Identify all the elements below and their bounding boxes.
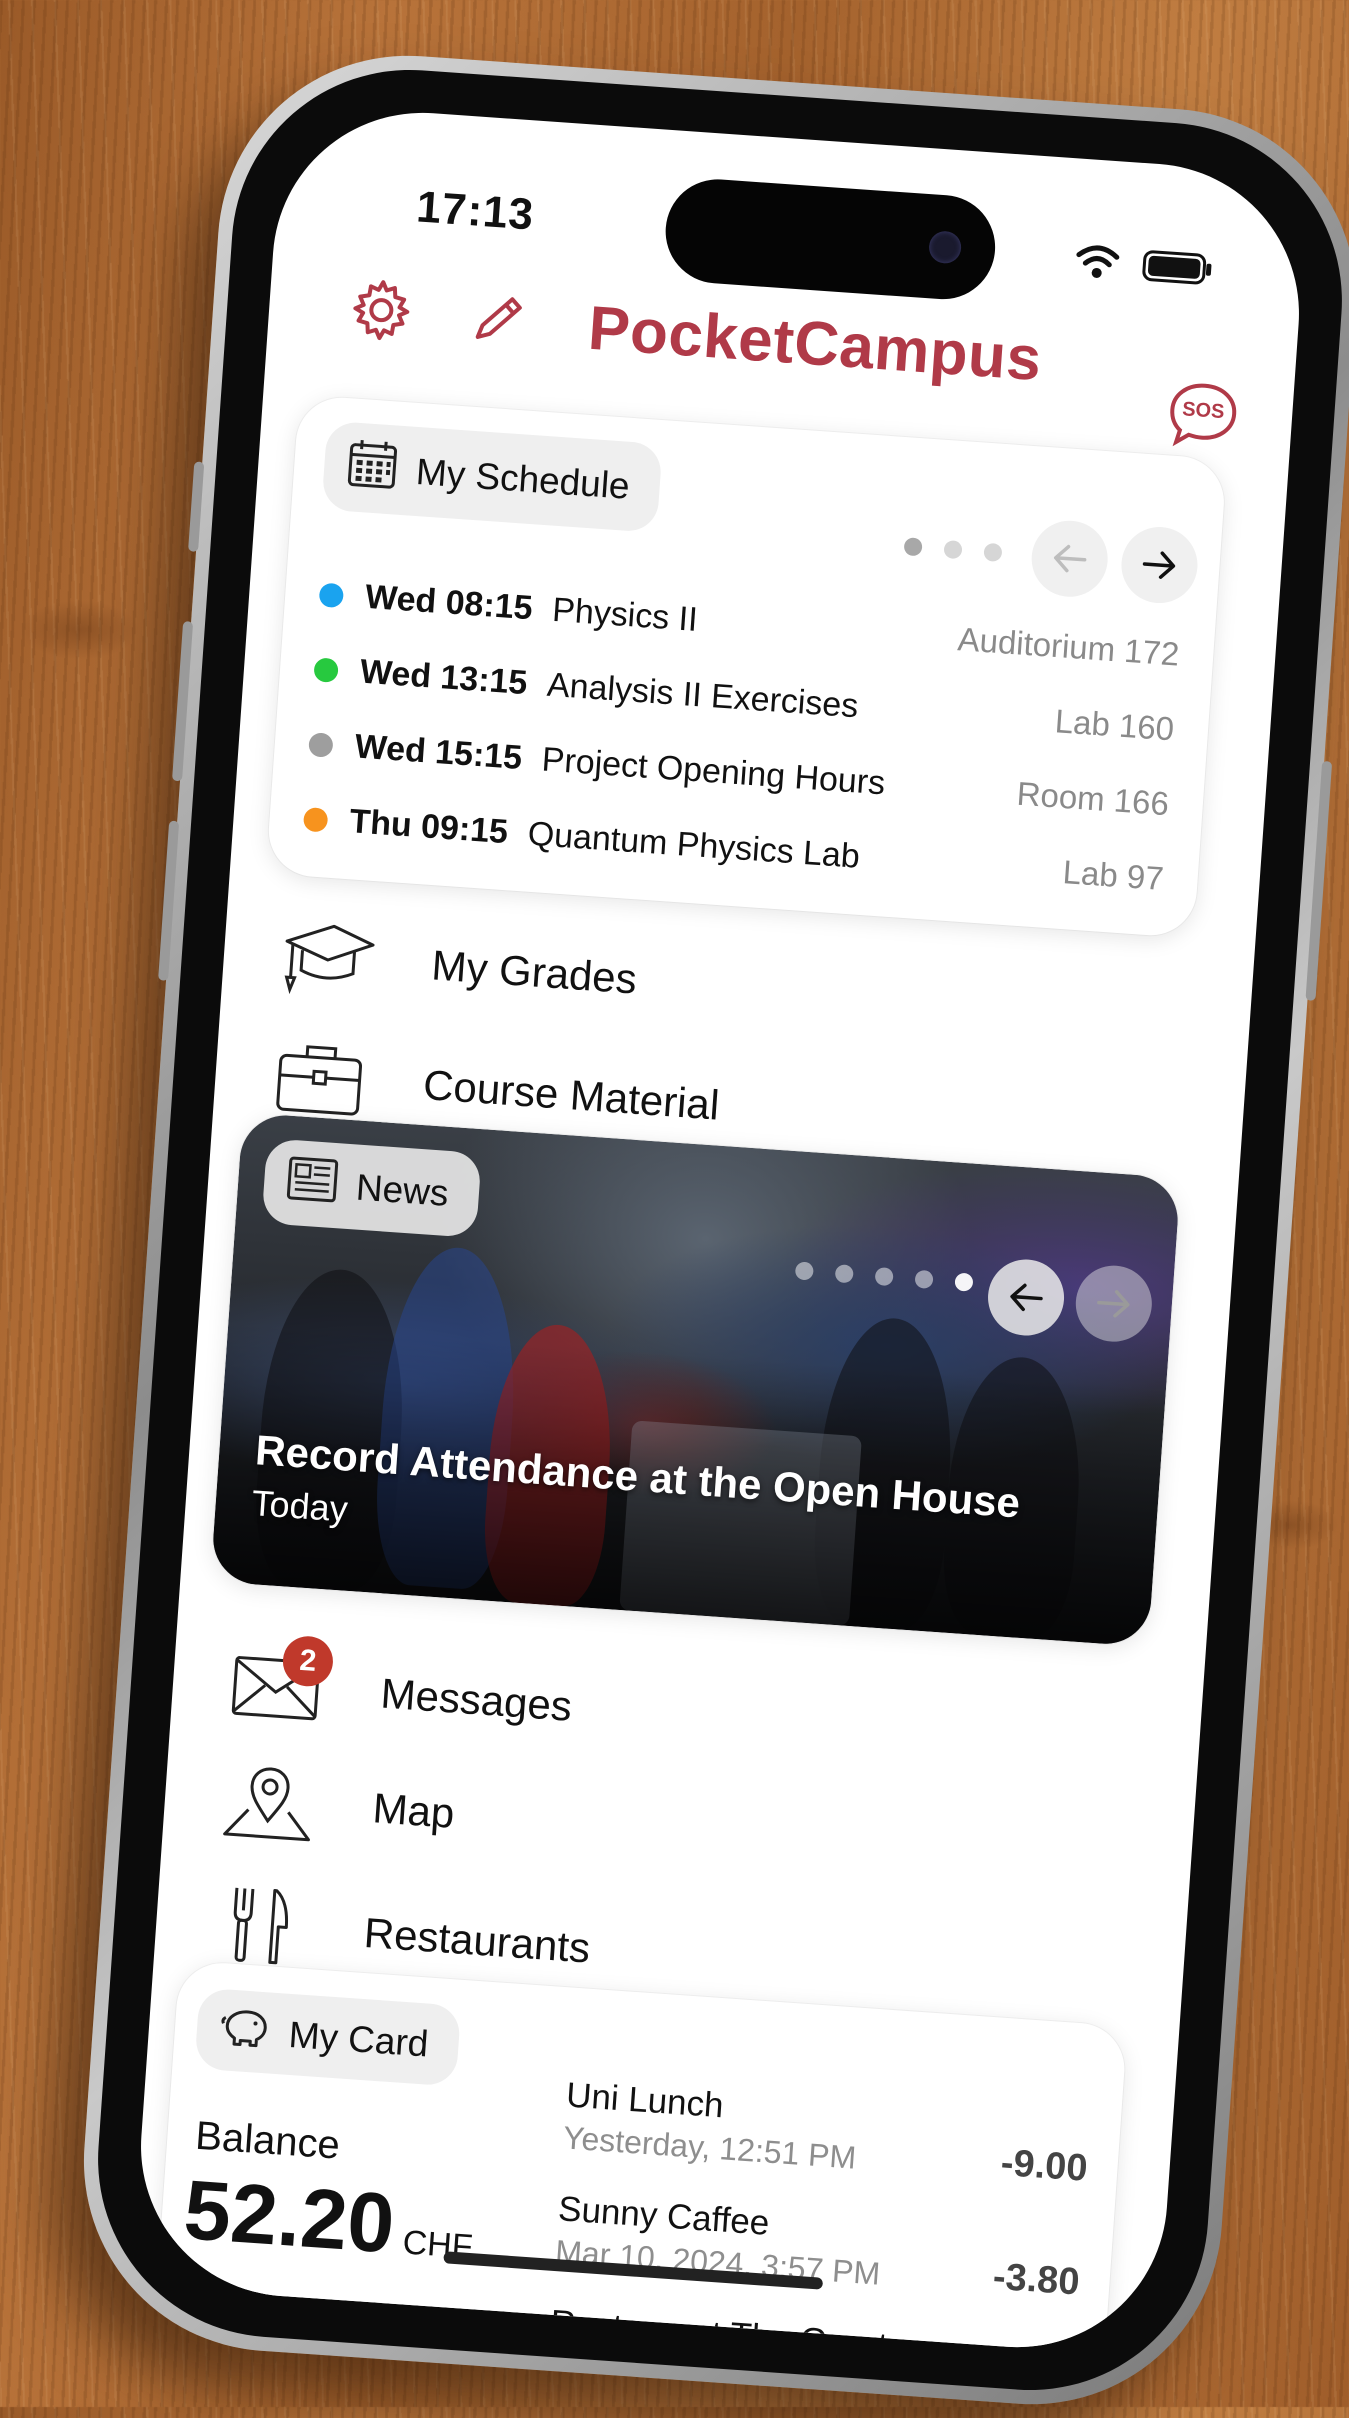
event-color-dot bbox=[318, 582, 345, 608]
schedule-chip-label: My Schedule bbox=[414, 450, 632, 507]
menu-item-label: Course Material bbox=[421, 1061, 721, 1129]
page-dot bbox=[874, 1266, 894, 1287]
event-time: Wed 13:15 bbox=[358, 652, 529, 703]
news-widget[interactable]: News Record Attendance at the Open House… bbox=[210, 1112, 1181, 1647]
volume-up-button bbox=[172, 621, 194, 782]
graduation-cap-icon bbox=[277, 915, 378, 1002]
menu-item-map[interactable]: Map bbox=[218, 1758, 457, 1854]
menu-item-label: My Grades bbox=[430, 941, 639, 1003]
transaction-date: Mar 10, 2024, 12:14 PM bbox=[546, 2347, 891, 2357]
event-title: Quantum Physics Lab bbox=[526, 814, 862, 876]
power-button bbox=[1305, 760, 1333, 1001]
battery-icon bbox=[1141, 248, 1213, 287]
arrow-left-icon bbox=[1010, 1283, 1043, 1312]
page-dot bbox=[954, 1272, 974, 1292]
menu-item-label: Messages bbox=[379, 1669, 574, 1730]
page-dot bbox=[983, 542, 1003, 562]
event-room: Auditorium 172 bbox=[956, 619, 1181, 673]
schedule-prev-button[interactable] bbox=[1029, 518, 1111, 600]
event-time: Wed 15:15 bbox=[353, 727, 524, 777]
campus-card-widget[interactable]: My Card Balance 52.20 CHF Uni Lunch Yester… bbox=[146, 1960, 1128, 2358]
transaction-date: Yesterday, 12:51 PM bbox=[562, 2119, 858, 2176]
transaction-amount: -9.00 bbox=[999, 2141, 1089, 2190]
event-time: Wed 08:15 bbox=[363, 577, 534, 628]
camera-icon bbox=[928, 230, 963, 265]
arrow-left-icon bbox=[1053, 544, 1087, 573]
menu-item-grades[interactable]: My Grades bbox=[277, 915, 639, 1020]
newspaper-icon bbox=[284, 1154, 340, 1214]
news-chip-label: News bbox=[354, 1166, 450, 1214]
schedule-chip[interactable]: My Schedule bbox=[321, 420, 663, 533]
news-next-button[interactable] bbox=[1073, 1263, 1155, 1345]
event-title: Physics II bbox=[551, 590, 699, 639]
balance-label: Balance bbox=[194, 2113, 342, 2168]
mute-switch bbox=[188, 461, 205, 552]
page-dot bbox=[914, 1269, 934, 1289]
arrow-right-icon bbox=[1142, 551, 1176, 579]
schedule-list: Wed 08:15 Physics II Auditorium 172 Wed 13:… bbox=[301, 557, 1182, 916]
arrow-right-icon bbox=[1097, 1290, 1130, 1318]
event-title: Project Opening Hours bbox=[540, 740, 887, 803]
schedule-page-dots bbox=[903, 537, 1003, 562]
sos-button[interactable]: SOS bbox=[1164, 377, 1243, 452]
schedule-widget[interactable]: My Schedule Wed 08:15 Physics II Auditoriu… bbox=[265, 394, 1227, 939]
menu-item-label: Restaurants bbox=[362, 1908, 592, 1972]
menu-item-label: Map bbox=[371, 1784, 457, 1837]
news-prev-button[interactable] bbox=[985, 1256, 1067, 1339]
pencil-icon[interactable] bbox=[467, 286, 531, 350]
page-dot bbox=[834, 1264, 854, 1284]
status-time: 17:13 bbox=[414, 182, 536, 240]
event-time: Thu 09:15 bbox=[348, 802, 510, 852]
wood-texture bbox=[20, 600, 140, 660]
page-dot bbox=[943, 539, 963, 560]
event-room: Lab 160 bbox=[1053, 701, 1176, 747]
map-pin-icon bbox=[218, 1758, 319, 1845]
phone-frame: 17:13 PocketCampus SOS My Schedule Wed 0… bbox=[71, 43, 1349, 2417]
card-chip[interactable]: My Card bbox=[194, 1987, 462, 2087]
fork-knife-icon bbox=[210, 1882, 311, 1969]
balance-amount: 52.20 CHF bbox=[181, 2161, 477, 2278]
event-color-dot bbox=[313, 656, 339, 683]
event-room: Room 166 bbox=[1015, 774, 1171, 822]
briefcase-icon bbox=[269, 1034, 370, 1121]
event-title: Analysis II Exercises bbox=[545, 665, 860, 726]
transaction-list: Uni Lunch Yesterday, 12:51 PM -9.00 Sunny C… bbox=[544, 2075, 1092, 2357]
transaction-amount: -3.80 bbox=[991, 2255, 1081, 2304]
news-page-dots bbox=[794, 1261, 974, 1292]
status-icons bbox=[1073, 242, 1213, 288]
event-room: Lab 97 bbox=[1061, 852, 1165, 897]
calendar-icon bbox=[344, 436, 400, 500]
volume-down-button bbox=[158, 820, 180, 981]
news-date: Today bbox=[250, 1482, 350, 1530]
balance-value: 52.20 bbox=[181, 2162, 398, 2271]
transaction-name: Uni Lunch bbox=[564, 2075, 725, 2126]
gear-icon[interactable] bbox=[345, 274, 418, 347]
page-dot bbox=[903, 537, 923, 557]
menu-item-messages[interactable]: 2 Messages bbox=[226, 1634, 574, 1747]
phone-bezel: 17:13 PocketCampus SOS My Schedule Wed 0… bbox=[86, 57, 1349, 2403]
piggy-bank-icon bbox=[217, 2003, 273, 2059]
page-dot bbox=[794, 1261, 814, 1281]
card-chip-label: My Card bbox=[287, 2013, 430, 2065]
event-color-dot bbox=[302, 806, 329, 833]
app-title: PocketCampus bbox=[586, 293, 1044, 395]
app-screen: 17:13 PocketCampus SOS My Schedule Wed 0… bbox=[130, 102, 1310, 2358]
schedule-next-button[interactable] bbox=[1118, 524, 1201, 606]
envelope-icon: 2 bbox=[226, 1634, 335, 1730]
wifi-icon bbox=[1073, 242, 1121, 281]
news-chip[interactable]: News bbox=[261, 1138, 482, 1238]
event-color-dot bbox=[308, 731, 334, 758]
